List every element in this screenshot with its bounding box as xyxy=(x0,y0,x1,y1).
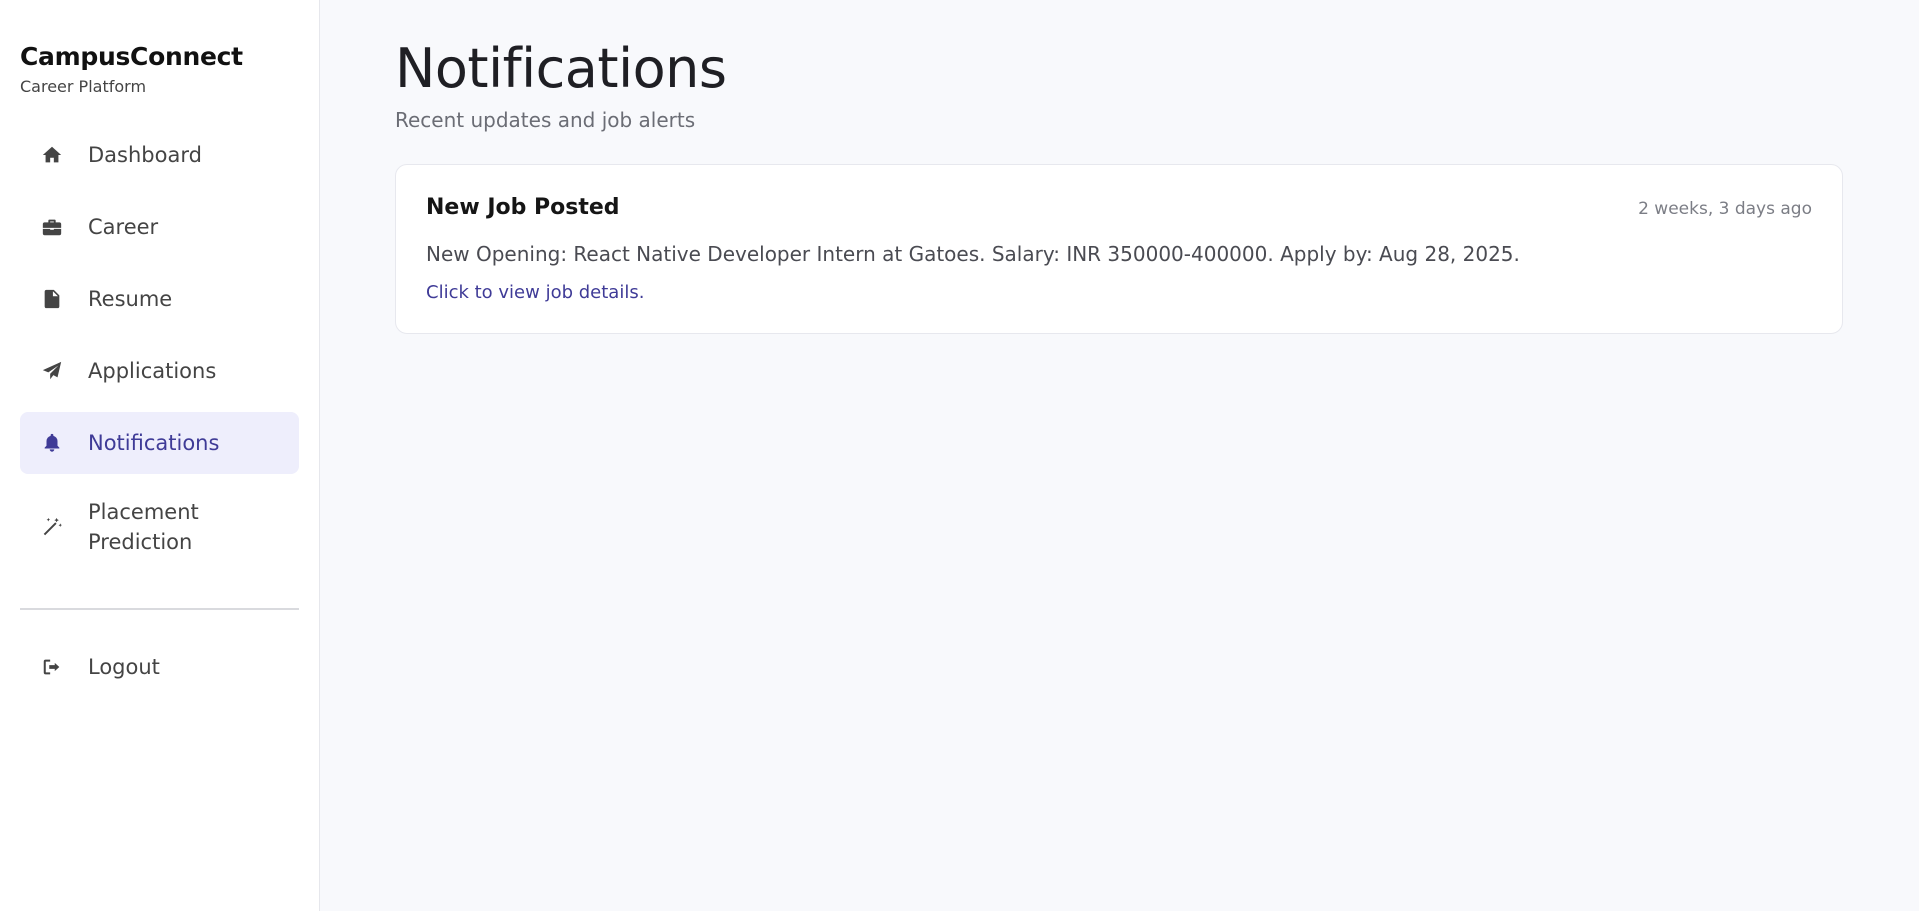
logout-button[interactable]: Logout xyxy=(20,636,299,698)
logout-icon xyxy=(38,653,66,681)
sidebar: CampusConnect Career Platform Dashboard … xyxy=(0,0,320,911)
sidebar-item-applications[interactable]: Applications xyxy=(20,340,299,402)
home-icon xyxy=(38,141,66,169)
sidebar-item-label: Notifications xyxy=(88,431,220,455)
view-job-details-link[interactable]: Click to view job details. xyxy=(426,282,644,303)
sidebar-item-notifications[interactable]: Notifications xyxy=(20,412,299,474)
paper-plane-icon xyxy=(38,357,66,385)
sidebar-item-label: Placement Prediction xyxy=(88,500,199,554)
sidebar-item-label: Applications xyxy=(88,359,217,383)
magic-wand-icon xyxy=(38,513,66,541)
app-root: CampusConnect Career Platform Dashboard … xyxy=(0,0,1919,911)
briefcase-icon xyxy=(38,213,66,241)
sidebar-item-resume[interactable]: Resume xyxy=(20,268,299,330)
sidebar-divider xyxy=(20,608,299,610)
notification-card[interactable]: New Job Posted 2 weeks, 3 days ago New O… xyxy=(395,164,1843,334)
page-title: Notifications xyxy=(395,37,727,100)
bell-icon xyxy=(38,429,66,457)
notification-header: New Job Posted 2 weeks, 3 days ago xyxy=(426,193,1812,220)
sidebar-nav: Dashboard Career Resume Applications Not… xyxy=(20,124,299,570)
sidebar-item-career[interactable]: Career xyxy=(20,196,299,258)
page-subtitle: Recent updates and job alerts xyxy=(395,108,696,132)
main-content: Notifications Recent updates and job ale… xyxy=(320,0,1919,911)
sidebar-item-label: Dashboard xyxy=(88,143,202,167)
sidebar-item-placement-prediction[interactable]: Placement Prediction xyxy=(20,484,299,570)
sidebar-item-label: Career xyxy=(88,215,159,239)
sidebar-item-dashboard[interactable]: Dashboard xyxy=(20,124,299,186)
file-icon xyxy=(38,285,66,313)
brand-title: CampusConnect xyxy=(20,42,243,71)
sidebar-item-label: Resume xyxy=(88,287,173,311)
logout-label: Logout xyxy=(88,655,160,679)
notification-timestamp: 2 weeks, 3 days ago xyxy=(1638,199,1812,219)
notification-message: New Opening: React Native Developer Inte… xyxy=(426,242,1520,266)
notification-title: New Job Posted xyxy=(426,195,620,220)
brand-subtitle: Career Platform xyxy=(20,77,147,96)
